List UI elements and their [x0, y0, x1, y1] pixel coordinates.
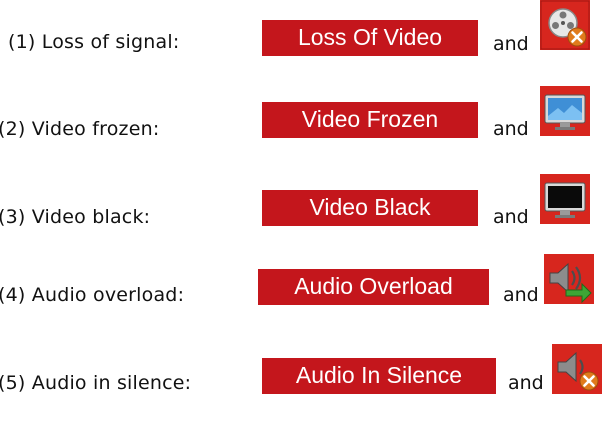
alarm-badge-audio-in-silence: Audio In Silence: [262, 358, 496, 394]
alarm-badge-loss-of-video: Loss Of Video: [262, 20, 478, 56]
speaker-arrow-icon: [544, 254, 594, 304]
and-label: and: [508, 372, 544, 394]
alarm-badge-video-black: Video Black: [262, 190, 478, 226]
condition-row-video-frozen: (2) Video frozen: Video Frozen and: [0, 86, 602, 146]
and-label: and: [493, 33, 529, 55]
alarm-badge-audio-overload: Audio Overload: [258, 269, 489, 305]
condition-row-audio-overload: (4) Audio overload: Audio Overload and: [0, 254, 602, 344]
condition-description: (2) Video frozen:: [0, 118, 160, 140]
alarm-badge-video-frozen: Video Frozen: [262, 102, 478, 138]
monitor-frozen-icon: [540, 86, 590, 136]
and-label: and: [493, 206, 529, 228]
condition-description: (4) Audio overload:: [0, 284, 185, 306]
condition-row-loss-of-signal: (1) Loss of signal: Loss Of Video and: [0, 0, 602, 60]
and-label: and: [493, 118, 529, 140]
condition-row-video-black: (3) Video black: Video Black and: [0, 174, 602, 234]
condition-description: (3) Video black:: [0, 206, 151, 228]
speaker-x-icon: [552, 344, 602, 394]
condition-row-audio-in-silence: (5) Audio in silence: Audio In Silence a…: [0, 344, 602, 432]
and-label: and: [503, 284, 539, 306]
film-reel-x-icon: [540, 0, 590, 50]
condition-description: (5) Audio in silence:: [0, 372, 192, 394]
condition-description: (1) Loss of signal:: [8, 31, 180, 53]
monitor-black-icon: [540, 174, 590, 224]
